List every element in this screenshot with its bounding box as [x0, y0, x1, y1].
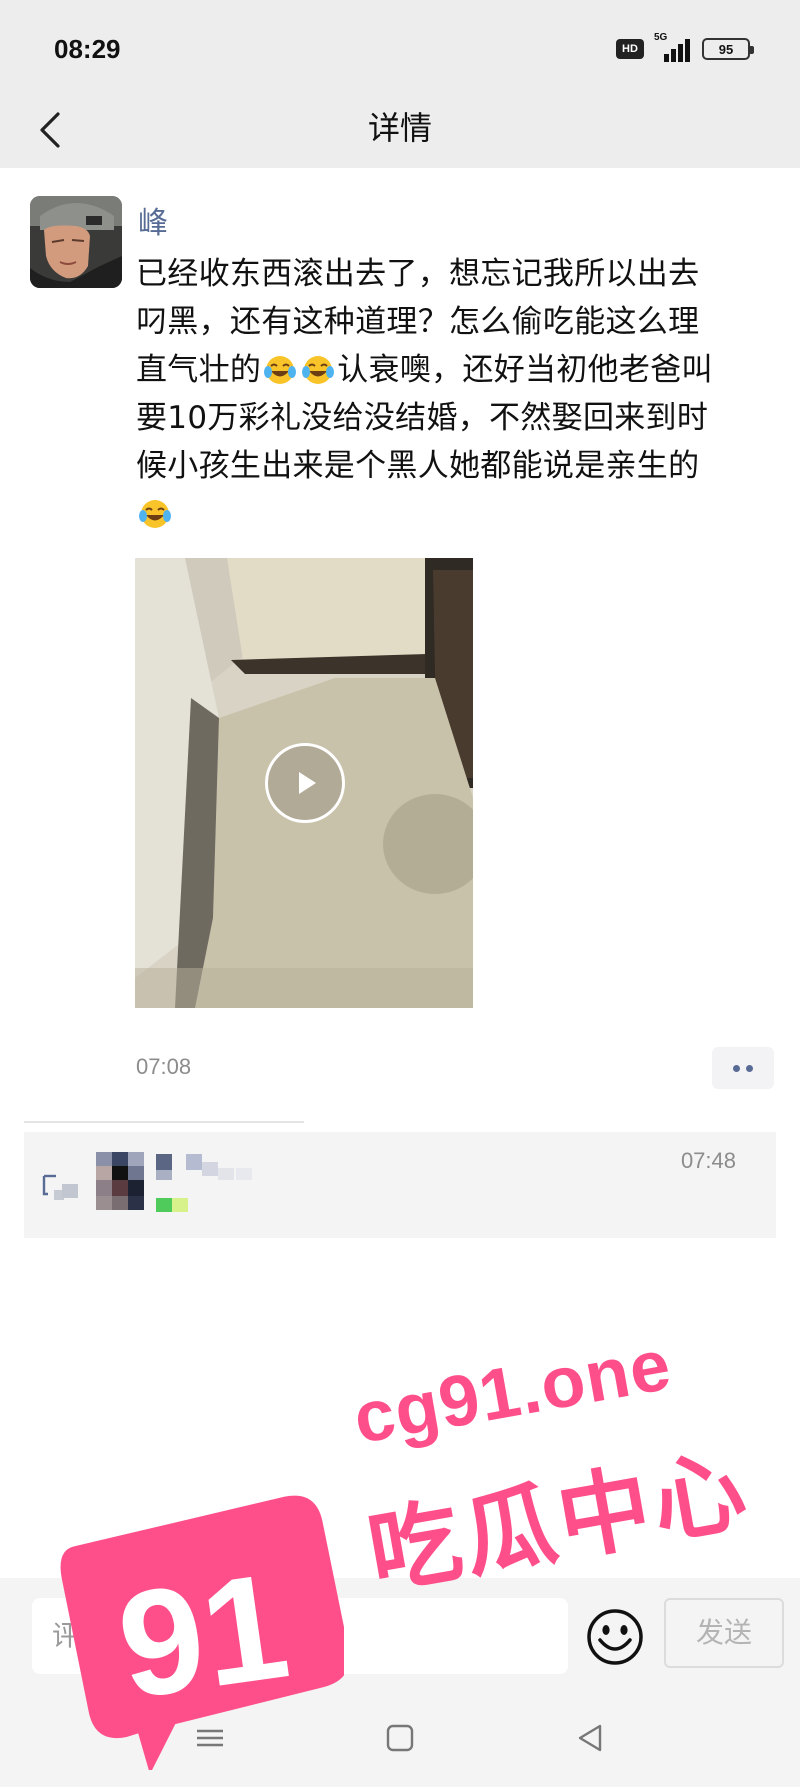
page-title: 详情	[367, 109, 432, 147]
post-text-fragment: 直气壮的	[136, 352, 262, 388]
post-text-line: 已经收东西滚出去了，想忘记我所以出去	[136, 256, 700, 292]
divider	[24, 1121, 304, 1123]
post-text-line: 叼黑，还有这种道理？怎么偷吃能这么理	[136, 304, 700, 340]
comment-timestamp: 07:48	[680, 1148, 736, 1173]
post-text-line	[136, 490, 766, 538]
post-text: 已经收东西滚出去了，想忘记我所以出去 叼黑，还有这种道理？怎么偷吃能这么理 直气…	[136, 250, 766, 538]
post-text-line: 候小孩生出来是个黑人她都能说是亲生的	[136, 448, 700, 484]
post-timestamp: 07:08	[136, 1054, 192, 1079]
more-actions-button[interactable]	[712, 1047, 774, 1089]
more-dots-icon	[733, 1064, 740, 1072]
play-button[interactable]	[265, 743, 345, 823]
hd-icon: HD	[616, 39, 644, 59]
status-time: 08:29	[54, 34, 121, 64]
status-bar: 08:29 HD 5G 95	[0, 0, 800, 96]
network-type-label: 5G	[654, 32, 668, 43]
watermark-badge: 91	[60, 1495, 350, 1775]
chevron-left-icon	[40, 112, 60, 148]
post-text-fragment: 认衰噢，还好当初他老爸叫	[337, 352, 713, 388]
play-icon	[299, 772, 316, 794]
battery-icon: 95	[702, 38, 754, 60]
more-dots-icon	[746, 1064, 753, 1072]
navigation-bar: 详情	[0, 96, 800, 168]
comment-item[interactable]: 07:48	[24, 1132, 776, 1238]
laugh-cry-emoji-icon	[264, 356, 297, 384]
post-text-line: 直气壮的 认衰噢，还好当初他老爸叫	[136, 346, 766, 394]
video-thumbnail[interactable]	[135, 558, 473, 1008]
battery-level: 95	[718, 41, 734, 57]
watermark-logo: 91 cg91.one 吃瓜中心	[44, 1325, 784, 1775]
laugh-cry-emoji-icon	[302, 356, 335, 384]
status-icons: HD 5G 95	[616, 32, 754, 62]
author-avatar[interactable]	[30, 196, 122, 288]
signal-icon: 5G	[654, 32, 692, 62]
laugh-cry-emoji-icon	[139, 500, 171, 528]
author-name[interactable]: 峰	[138, 198, 168, 242]
back-button[interactable]	[22, 102, 78, 158]
post-text-line: 要10万彩礼没给没结婚，不然娶回来到时	[136, 400, 709, 436]
watermark-number: 91	[109, 1541, 298, 1731]
